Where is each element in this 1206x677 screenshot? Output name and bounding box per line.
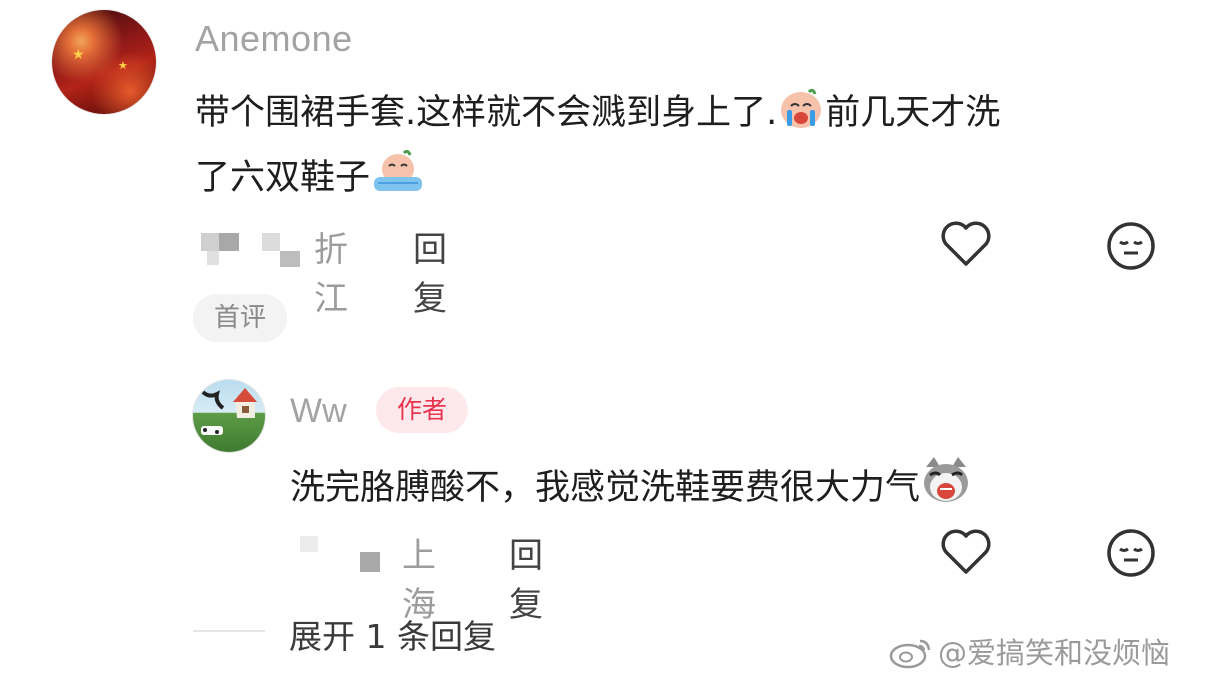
star-icon: ★ bbox=[118, 59, 128, 72]
watermark-text: @爱搞笑和没烦恼 bbox=[938, 636, 1171, 670]
reply-button[interactable]: 回复 bbox=[509, 528, 543, 626]
reply-username[interactable]: Ww bbox=[290, 392, 347, 431]
heart-icon[interactable] bbox=[940, 220, 992, 268]
author-badge: 作者 bbox=[376, 387, 468, 433]
house-illustration bbox=[201, 388, 257, 435]
redacted-block bbox=[280, 251, 300, 267]
dislike-face-icon[interactable] bbox=[1105, 220, 1157, 272]
expand-replies-button[interactable]: 展开 1 条回复 bbox=[289, 610, 496, 658]
reply-text-body: 洗完胳膊酸不，我感觉洗鞋要费很大力气 bbox=[290, 468, 921, 508]
comment-text-line1-tail: 前几天才洗 bbox=[825, 93, 1001, 133]
comment-username[interactable]: Anemone bbox=[195, 18, 353, 60]
redacted-block bbox=[262, 233, 280, 251]
reply-button[interactable]: 回复 bbox=[413, 222, 447, 320]
first-comment-badge: 首评 bbox=[193, 294, 287, 342]
watermark: @爱搞笑和没烦恼 bbox=[888, 630, 1170, 676]
location-label: 折江 bbox=[314, 230, 348, 319]
avatar[interactable]: ★ ★ bbox=[52, 10, 156, 114]
comment-text: 带个围裙手套.这样就不会溅到身上了. 前几天才洗 了六双鞋子 bbox=[195, 84, 1155, 214]
comment-text-line2: 了六双鞋子 bbox=[195, 158, 371, 198]
redacted-block bbox=[360, 552, 380, 572]
redacted-block bbox=[201, 233, 219, 251]
redacted-block bbox=[219, 233, 239, 251]
comment-text-line1: 带个围裙手套.这样就不会溅到身上了. bbox=[195, 93, 778, 133]
dislike-face-icon[interactable] bbox=[1105, 527, 1157, 579]
weibo-icon bbox=[888, 635, 934, 676]
redacted-block bbox=[207, 251, 219, 265]
crying-cat-emoji bbox=[920, 455, 972, 524]
expand-divider bbox=[193, 630, 265, 632]
reply-text: 洗完胳膊酸不，我感觉洗鞋要费很大力气 bbox=[290, 455, 1170, 524]
reply-avatar[interactable] bbox=[193, 380, 265, 452]
redacted-block bbox=[300, 536, 318, 552]
star-icon: ★ bbox=[72, 47, 85, 63]
crying-emoji bbox=[777, 88, 825, 149]
crying-emoji bbox=[370, 149, 426, 214]
heart-icon[interactable] bbox=[940, 528, 992, 576]
